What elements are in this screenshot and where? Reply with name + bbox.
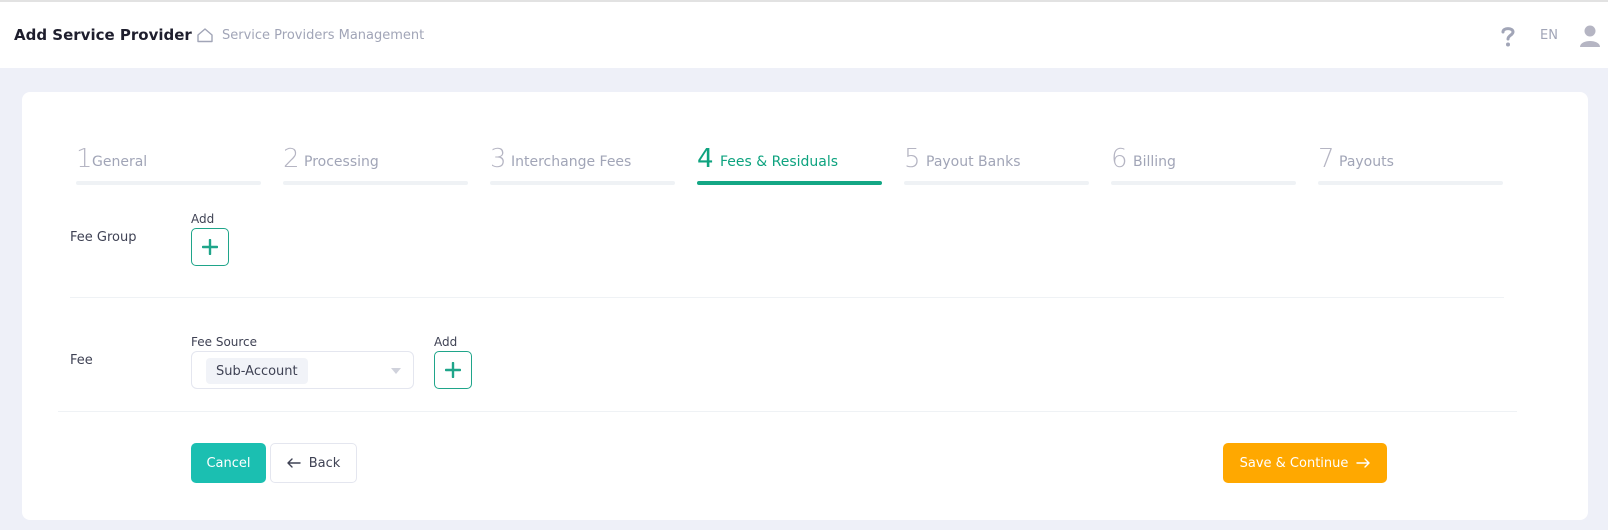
user-icon[interactable] [1578,24,1602,48]
step-number: 6 [1111,144,1128,174]
back-button-label: Back [308,455,341,471]
cancel-button[interactable]: Cancel [191,443,266,483]
fee-source-selected-chip: Sub-Account [206,358,308,384]
step-progress-bar [76,181,261,185]
breadcrumb-link[interactable]: Service Providers Management [222,28,424,43]
step-number: 2 [283,144,300,174]
step-label: Billing [1133,154,1176,170]
top-bar: Add Service Provider Service Providers M… [0,0,1608,68]
add-fee-group-button[interactable] [191,228,229,266]
step-progress-bar [1318,181,1503,185]
back-button[interactable]: Back [270,443,357,483]
step-payout-banks[interactable]: 5 Payout Banks [904,144,1089,186]
step-progress-bar [283,181,468,185]
section-divider [58,411,1517,412]
plus-icon [445,362,461,378]
step-label: Fees & Residuals [720,154,839,170]
step-progress-bar [490,181,675,185]
step-progress-bar [904,181,1089,185]
step-label: Payouts [1339,154,1394,170]
step-progress-bar [697,181,882,185]
cancel-button-label: Cancel [206,455,251,471]
page-title: Add Service Provider [14,26,192,44]
step-interchange-fees[interactable]: 3 Interchange Fees [490,144,675,186]
language-switcher[interactable]: EN [1540,28,1558,43]
fee-add-caption: Add [434,335,458,349]
section-divider [70,297,1504,298]
save-continue-button[interactable]: Save & Continue [1223,443,1387,483]
breadcrumb[interactable]: Service Providers Management [196,26,424,44]
step-number: 3 [490,144,507,174]
chevron-down-icon [391,368,401,374]
step-label: Payout Banks [926,154,1021,170]
fee-group-add-caption: Add [191,212,215,226]
wizard-steps: 1 General 2 Processing 3 Interchange Fee… [76,144,1548,186]
wizard-card: 1 General 2 Processing 3 Interchange Fee… [22,92,1588,520]
step-processing[interactable]: 2 Processing [283,144,468,186]
step-number: 4 [697,144,714,174]
fee-label: Fee [70,353,93,368]
step-label: General [92,154,148,170]
step-general[interactable]: 1 General [76,144,261,186]
fee-group-label: Fee Group [70,230,137,245]
step-billing[interactable]: 6 Billing [1111,144,1296,186]
plus-icon [202,239,218,255]
home-icon [197,28,213,43]
step-number: 7 [1318,144,1335,174]
save-continue-label: Save & Continue [1239,455,1349,471]
arrow-right-icon [1356,458,1371,468]
step-number: 1 [76,144,93,174]
step-number: 5 [904,144,921,174]
question-icon[interactable] [1498,24,1518,48]
step-progress-bar [1111,181,1296,185]
fee-source-select[interactable]: Sub-Account [191,351,414,389]
add-fee-button[interactable] [434,351,472,389]
step-fees-residuals[interactable]: 4 Fees & Residuals [697,144,882,186]
step-label: Interchange Fees [511,154,632,170]
arrow-left-icon [287,458,301,468]
fee-source-caption: Fee Source [191,335,258,349]
step-label: Processing [304,154,379,170]
step-payouts[interactable]: 7 Payouts [1318,144,1503,186]
